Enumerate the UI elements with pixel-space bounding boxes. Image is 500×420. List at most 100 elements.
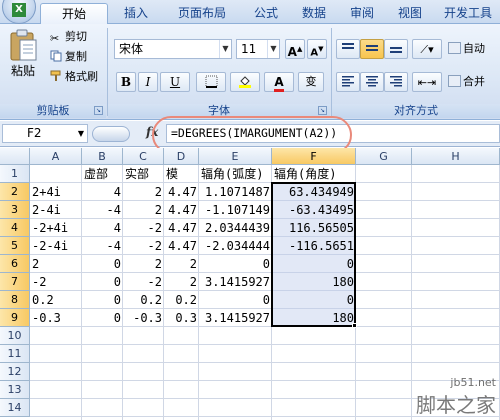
font-dialog-launcher-icon[interactable]: ↘	[318, 106, 327, 115]
cell-d7[interactable]: 2	[164, 273, 199, 291]
chevron-down-icon[interactable]: ▼	[267, 40, 279, 58]
wrap-text-button[interactable]: 自动	[448, 42, 485, 56]
cell-c3[interactable]: 2	[123, 201, 164, 219]
cell-b3[interactable]: -4	[82, 201, 123, 219]
font-color-button[interactable]: A	[264, 72, 294, 92]
cell-b6[interactable]: 0	[82, 255, 123, 273]
chevron-down-icon[interactable]: ▼	[78, 125, 84, 142]
orientation-button[interactable]: ⟋▾	[412, 39, 442, 59]
row-header-1[interactable]: 1	[0, 165, 30, 183]
formula-buttons[interactable]	[92, 126, 130, 142]
format-painter-button[interactable]: 格式刷	[50, 70, 98, 84]
bold-button[interactable]: B	[116, 72, 136, 92]
cell-a8[interactable]: 0.2	[30, 291, 82, 309]
cell-a2[interactable]: 2+4i	[30, 183, 82, 201]
row-header-2[interactable]: 2	[0, 183, 30, 201]
column-header-g[interactable]: G	[356, 148, 412, 165]
cell-e9[interactable]: 3.1415927	[199, 309, 272, 327]
change-case-button[interactable]: 变	[298, 72, 324, 92]
cell-e5[interactable]: -2.034444	[199, 237, 272, 255]
worksheet-grid[interactable]: ABCDEFGH 1 2 3 4 5 6 7 8 9 10 11 12 13 14 虚部 实部模辐角(弧度)…	[0, 148, 500, 420]
cell-a9[interactable]: -0.3	[30, 309, 82, 327]
cell-b5[interactable]: -4	[82, 237, 123, 255]
select-all-corner[interactable]	[0, 148, 30, 165]
align-top-button[interactable]	[336, 39, 360, 59]
row-header-4[interactable]: 4	[0, 219, 30, 237]
column-header-a[interactable]: A	[30, 148, 82, 165]
cell-d6[interactable]: 2	[164, 255, 199, 273]
insert-function-icon[interactable]: fx	[146, 125, 158, 139]
cell-d5[interactable]: 4.47	[164, 237, 199, 255]
tab-developer[interactable]: 开发工具	[436, 3, 500, 24]
cell-c1[interactable]: 实部	[123, 165, 164, 183]
column-header-e[interactable]: E	[199, 148, 272, 165]
name-box[interactable]: F2 ▼	[2, 124, 88, 143]
cell-a5[interactable]: -2-4i	[30, 237, 82, 255]
cell-b2[interactable]: 4	[82, 183, 123, 201]
cell-e1[interactable]: 辐角(弧度)	[199, 165, 272, 183]
chevron-down-icon[interactable]: ▼	[219, 40, 231, 58]
copy-button[interactable]: 复制	[50, 50, 87, 64]
merge-center-button[interactable]: 合并	[448, 75, 485, 89]
row-header-6[interactable]: 6	[0, 255, 30, 273]
cell-d8[interactable]: 0.2	[164, 291, 199, 309]
borders-button[interactable]	[196, 72, 226, 92]
row-header-11[interactable]: 11	[0, 345, 30, 363]
row-header-14[interactable]: 14	[0, 399, 30, 417]
row-header-10[interactable]: 10	[0, 327, 30, 345]
column-header-b[interactable]: B	[82, 148, 123, 165]
align-bottom-button[interactable]	[384, 39, 408, 59]
cell-c6[interactable]: 2	[123, 255, 164, 273]
formula-input[interactable]: =DEGREES(IMARGUMENT(A2))	[166, 124, 500, 143]
cell-b8[interactable]: 0	[82, 291, 123, 309]
cell-c5[interactable]: -2	[123, 237, 164, 255]
cell-e6[interactable]: 0	[199, 255, 272, 273]
tab-insert[interactable]: 插入	[112, 3, 160, 24]
cell-a3[interactable]: 2-4i	[30, 201, 82, 219]
indent-button[interactable]: ⇤⇥	[412, 72, 442, 92]
column-header-d[interactable]: D	[164, 148, 199, 165]
cell-a6[interactable]: 2	[30, 255, 82, 273]
tab-formulas[interactable]: 公式	[244, 3, 288, 24]
cell-e8[interactable]: 0	[199, 291, 272, 309]
tab-page-layout[interactable]: 页面布局	[166, 3, 238, 24]
cell-b9[interactable]: 0	[82, 309, 123, 327]
paste-button[interactable]: 粘贴	[6, 28, 40, 86]
cell-e3[interactable]: -1.107149	[199, 201, 272, 219]
align-left-button[interactable]	[336, 72, 360, 92]
cell-d2[interactable]: 4.47	[164, 183, 199, 201]
cell-c4[interactable]: -2	[123, 219, 164, 237]
align-right-button[interactable]	[384, 72, 408, 92]
cell-d3[interactable]: 4.47	[164, 201, 199, 219]
cell-a7[interactable]: -2	[30, 273, 82, 291]
fill-handle[interactable]	[352, 323, 357, 328]
column-header-h[interactable]: H	[412, 148, 500, 165]
row-header-5[interactable]: 5	[0, 237, 30, 255]
cell-f1[interactable]: 辐角(角度)	[272, 165, 356, 183]
row-header-7[interactable]: 7	[0, 273, 30, 291]
cell-b4[interactable]: 4	[82, 219, 123, 237]
align-center-button[interactable]	[360, 72, 384, 92]
grow-font-button[interactable]: A▲	[285, 39, 305, 59]
cell-d4[interactable]: 4.47	[164, 219, 199, 237]
underline-button[interactable]: U	[160, 72, 190, 92]
cell-e2[interactable]: 1.1071487	[199, 183, 272, 201]
cell-e4[interactable]: 2.0344439	[199, 219, 272, 237]
fill-color-button[interactable]	[230, 72, 260, 92]
cell-e7[interactable]: 3.1415927	[199, 273, 272, 291]
cell-c8[interactable]: 0.2	[123, 291, 164, 309]
column-header-c[interactable]: C	[123, 148, 164, 165]
cell-d9[interactable]: 0.3	[164, 309, 199, 327]
align-middle-button[interactable]	[360, 39, 384, 59]
row-header-3[interactable]: 3	[0, 201, 30, 219]
row-header-9[interactable]: 9	[0, 309, 30, 327]
shrink-font-button[interactable]: A▼	[307, 39, 327, 59]
row-header-12[interactable]: 12	[0, 363, 30, 381]
tab-data[interactable]: 数据	[292, 3, 336, 24]
tab-view[interactable]: 视图	[388, 3, 432, 24]
row-header-13[interactable]: 13	[0, 381, 30, 399]
cell-c9[interactable]: -0.3	[123, 309, 164, 327]
font-name-combo[interactable]: 宋体 ▼	[114, 39, 232, 59]
tab-home[interactable]: 开始	[40, 3, 108, 24]
cell-b7[interactable]: 0	[82, 273, 123, 291]
